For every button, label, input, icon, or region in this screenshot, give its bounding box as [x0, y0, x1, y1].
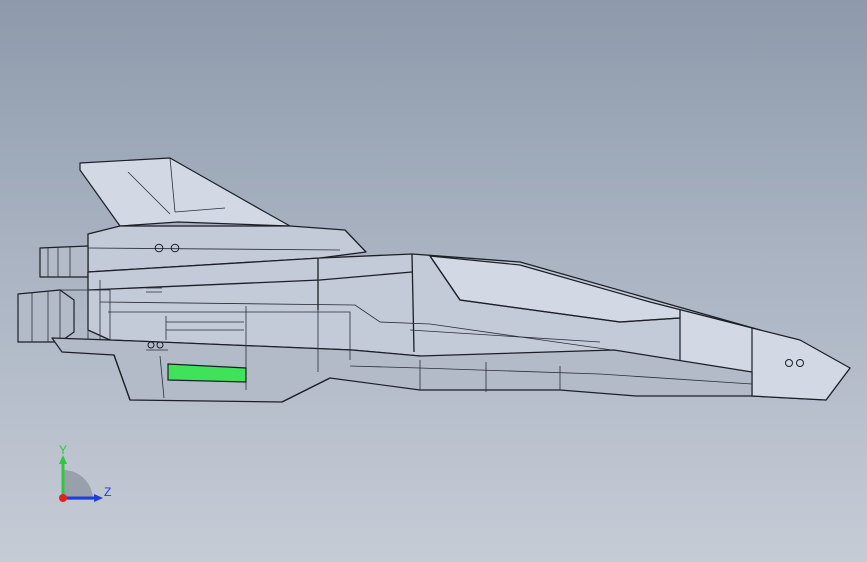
triad-shadow-icon: [63, 470, 93, 500]
graphics-viewport[interactable]: Y Z: [0, 0, 867, 562]
engine-nozzles[interactable]: [17, 245, 89, 343]
z-axis-arrowhead-icon: [94, 494, 103, 502]
tail-fin[interactable]: [79, 157, 291, 227]
spaceship-model[interactable]: [0, 0, 867, 562]
y-axis-label: Y: [59, 443, 67, 457]
orientation-triad: Y Z: [50, 440, 120, 510]
x-axis-dot-icon: [59, 494, 67, 502]
z-axis-label: Z: [104, 485, 111, 499]
